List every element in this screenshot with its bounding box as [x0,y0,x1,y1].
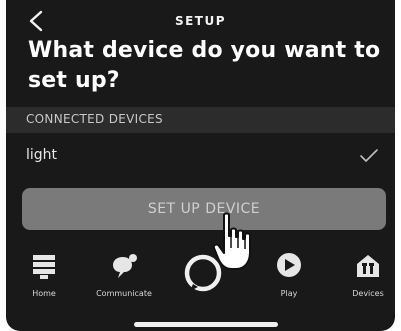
checkmark-icon [360,149,378,162]
section-header: CONNECTED DEVICES [6,107,395,133]
chat-icon [113,254,137,278]
set-up-device-button[interactable]: SET UP DEVICE [22,188,386,230]
nav-label-play: Play [280,289,298,298]
screen-title: SETUP [174,14,227,28]
home-indicator[interactable] [134,322,278,327]
page-question: What device do you want to set up? [28,38,381,93]
device-row[interactable]: light [6,142,395,174]
home-icon [33,255,55,279]
app-screen: SETUP What device do you want to set up?… [6,0,395,331]
nav-label-home: Home [32,289,56,298]
nav-label-devices: Devices [352,289,384,298]
device-name: light [26,147,58,163]
nav-label-communicate: Communicate [96,289,152,298]
nav-item-home[interactable]: Home [14,251,74,298]
nav-item-devices[interactable]: Devices [338,251,395,298]
nav-item-play[interactable]: Play [259,251,319,298]
bottom-nav: Home Communicate Play Devices [6,245,395,331]
nav-item-communicate[interactable]: Communicate [94,251,154,298]
devices-icon [357,255,379,277]
top-bar: SETUP [6,0,395,36]
section-label: CONNECTED DEVICES [26,112,163,126]
set-up-device-label: SET UP DEVICE [147,201,261,217]
play-icon [277,253,301,277]
hand-cursor-icon [212,212,251,270]
